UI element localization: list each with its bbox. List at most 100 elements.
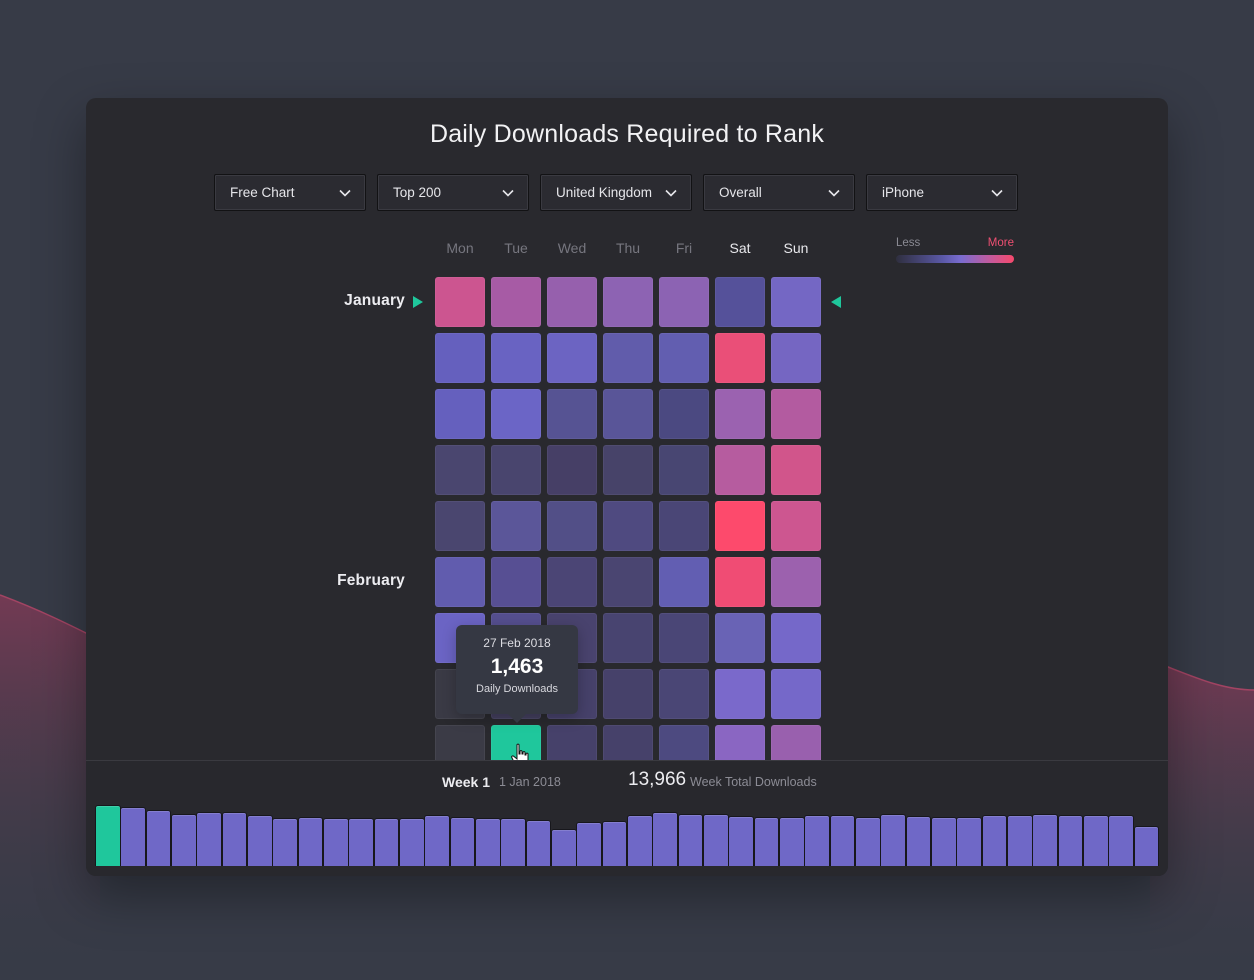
device-dropdown[interactable]: iPhone xyxy=(866,174,1018,211)
week-bar[interactable] xyxy=(779,817,805,866)
heatmap-cell[interactable] xyxy=(659,389,709,439)
week-bar-selected[interactable] xyxy=(95,805,121,866)
week-bar[interactable] xyxy=(905,815,932,866)
week-bar[interactable] xyxy=(703,814,729,866)
week-bar[interactable] xyxy=(272,818,299,866)
week-bar[interactable] xyxy=(323,818,349,866)
week-bar[interactable] xyxy=(348,818,375,866)
week-bar[interactable] xyxy=(829,815,856,866)
heatmap-cell[interactable] xyxy=(659,277,709,327)
week-bar[interactable] xyxy=(1032,813,1059,866)
week-bar[interactable] xyxy=(627,814,653,866)
week-bar[interactable] xyxy=(145,809,172,866)
heatmap-cell[interactable] xyxy=(435,333,485,383)
week-bar[interactable] xyxy=(804,815,831,866)
heatmap-cell[interactable] xyxy=(435,557,485,607)
week-bar[interactable] xyxy=(196,811,223,866)
week-bar[interactable] xyxy=(500,818,527,866)
heatmap-cell[interactable] xyxy=(603,725,653,761)
week-bar[interactable] xyxy=(981,815,1008,866)
heatmap-cell[interactable] xyxy=(771,501,821,551)
heatmap-cell[interactable] xyxy=(771,445,821,495)
week-bar[interactable] xyxy=(1007,815,1033,866)
week-bar[interactable] xyxy=(475,818,501,866)
week-bar[interactable] xyxy=(1083,815,1109,866)
heatmap-cell[interactable] xyxy=(715,669,765,719)
heatmap-cell[interactable] xyxy=(603,277,653,327)
heatmap-cell[interactable] xyxy=(603,333,653,383)
heatmap-cell[interactable] xyxy=(435,725,485,761)
week-bar[interactable] xyxy=(399,818,425,866)
week-bar[interactable] xyxy=(931,817,957,866)
heatmap-cell[interactable] xyxy=(547,333,597,383)
heatmap-cell[interactable] xyxy=(715,445,765,495)
heatmap-cell[interactable] xyxy=(491,333,541,383)
heatmap-cell[interactable] xyxy=(435,445,485,495)
week-bar[interactable] xyxy=(297,817,324,866)
heatmap-cell[interactable] xyxy=(771,613,821,663)
week-bar[interactable] xyxy=(373,818,400,866)
heatmap-cell[interactable] xyxy=(659,333,709,383)
week-bar[interactable] xyxy=(652,812,679,866)
heatmap-cell[interactable] xyxy=(715,389,765,439)
heatmap-cell[interactable] xyxy=(715,501,765,551)
week-bar[interactable] xyxy=(120,806,147,866)
week-bar[interactable] xyxy=(576,822,603,866)
heatmap-cell[interactable] xyxy=(491,277,541,327)
heatmap-cell[interactable] xyxy=(771,333,821,383)
week-bar[interactable] xyxy=(880,813,907,866)
heatmap-cell[interactable] xyxy=(771,725,821,761)
week-bar[interactable] xyxy=(247,815,273,866)
heatmap-cell[interactable] xyxy=(715,613,765,663)
heatmap-cell[interactable] xyxy=(491,389,541,439)
heatmap-cell[interactable] xyxy=(435,277,485,327)
week-bar[interactable] xyxy=(551,828,577,866)
heatmap-cell[interactable] xyxy=(771,669,821,719)
heatmap-cell[interactable] xyxy=(659,725,709,761)
heatmap-cell[interactable] xyxy=(659,445,709,495)
heatmap-cell[interactable] xyxy=(715,333,765,383)
heatmap-cell[interactable] xyxy=(603,557,653,607)
week-bar[interactable] xyxy=(171,814,197,866)
week-bar[interactable] xyxy=(1133,825,1160,866)
heatmap-cell[interactable] xyxy=(547,501,597,551)
chart-type-dropdown[interactable]: Free Chart xyxy=(214,174,366,211)
heatmap-cell[interactable] xyxy=(771,277,821,327)
country-dropdown[interactable]: United Kingdom xyxy=(540,174,692,211)
week-bar[interactable] xyxy=(1057,815,1084,866)
heatmap-cell[interactable] xyxy=(603,669,653,719)
week-bar[interactable] xyxy=(956,816,983,866)
heatmap-cell[interactable] xyxy=(491,445,541,495)
heatmap-cell[interactable] xyxy=(603,501,653,551)
heatmap-cell[interactable] xyxy=(659,613,709,663)
heatmap-cell[interactable] xyxy=(771,389,821,439)
heatmap-cell[interactable] xyxy=(491,501,541,551)
heatmap-cell[interactable] xyxy=(603,613,653,663)
heatmap-cell[interactable] xyxy=(771,557,821,607)
week-bar[interactable] xyxy=(855,816,881,866)
week-bar[interactable] xyxy=(728,815,755,866)
heatmap-cell[interactable] xyxy=(659,557,709,607)
week-bar[interactable] xyxy=(753,817,780,866)
heatmap-cell[interactable] xyxy=(715,557,765,607)
heatmap-cell[interactable] xyxy=(491,557,541,607)
heatmap-cell[interactable] xyxy=(603,445,653,495)
heatmap-cell[interactable] xyxy=(547,277,597,327)
heatmap-cell[interactable] xyxy=(435,501,485,551)
heatmap-cell[interactable] xyxy=(547,445,597,495)
week-bar[interactable] xyxy=(449,817,476,866)
week-bar[interactable] xyxy=(1108,815,1135,866)
heatmap-cell[interactable] xyxy=(715,725,765,761)
week-bar[interactable] xyxy=(221,811,248,866)
heatmap-cell[interactable] xyxy=(435,389,485,439)
category-dropdown[interactable]: Overall xyxy=(703,174,855,211)
heatmap-cell[interactable] xyxy=(659,501,709,551)
heatmap-cell[interactable] xyxy=(547,557,597,607)
rank-range-dropdown[interactable]: Top 200 xyxy=(377,174,529,211)
heatmap-cell[interactable] xyxy=(547,725,597,761)
week-bar[interactable] xyxy=(424,815,451,866)
week-bar[interactable] xyxy=(677,813,704,866)
week-bar[interactable] xyxy=(525,820,552,866)
heatmap-cell[interactable] xyxy=(659,669,709,719)
heatmap-cell[interactable] xyxy=(715,277,765,327)
